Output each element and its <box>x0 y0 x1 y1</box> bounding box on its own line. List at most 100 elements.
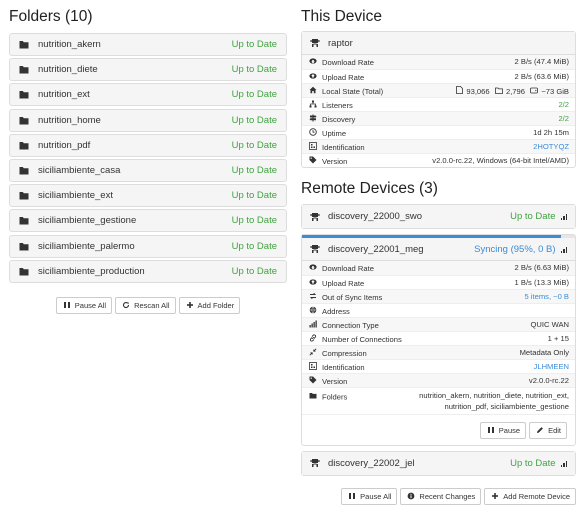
folder-outline-icon <box>494 85 504 95</box>
folder-row[interactable]: siciliambiente_casa Up to Date <box>9 158 287 182</box>
folder-row[interactable]: nutrition_ext Up to Date <box>9 83 287 107</box>
detail-row: Download Rate 2 B/s (47.4 MiB) <box>302 55 575 69</box>
add-folder-label: Add Folder <box>197 300 235 310</box>
remote-device-panel: discovery_22000_swo Up to Date <box>301 204 576 229</box>
folder-name: nutrition_home <box>38 114 101 126</box>
remote-device-name: discovery_22002_jel <box>328 457 415 469</box>
pencil-icon <box>535 425 545 435</box>
signal-icon <box>308 319 318 329</box>
folder-row[interactable]: nutrition_home Up to Date <box>9 108 287 132</box>
upload-rate-value: 2 B/s (63.6 MiB) <box>412 68 575 83</box>
remote-device-details: Download Rate 2 B/s (6.63 MiB) Upload Ra… <box>302 261 575 414</box>
refresh-icon <box>121 300 131 310</box>
download-rate-value: 2 B/s (47.4 MiB) <box>412 55 575 69</box>
folder-row[interactable]: nutrition_akern Up to Date <box>9 33 287 56</box>
identification-value[interactable]: 2HOTYQZ <box>412 138 575 153</box>
pause-icon <box>486 425 496 435</box>
folder-icon <box>19 216 29 226</box>
cloud-download-icon <box>308 56 318 66</box>
detail-row: Download Rate 2 B/s (6.63 MiB) <box>302 261 575 275</box>
folders-heading: Folders (10) <box>9 8 93 25</box>
pause-all-folders-button[interactable]: Pause All <box>55 296 113 314</box>
folder-row[interactable]: nutrition_pdf Up to Date <box>9 133 287 157</box>
detail-row: Identification JLHMEEN <box>302 358 575 373</box>
local-state-value: 93,066 2,796 ~73 GiB <box>412 82 575 97</box>
identification-value[interactable]: JLHMEEN <box>412 358 575 373</box>
local-size: ~73 GiB <box>541 86 569 96</box>
remote-device-name: discovery_22001_meg <box>328 243 424 255</box>
this-device-panel: raptor Download Rate 2 B/s (47.4 MiB) Up… <box>301 31 576 168</box>
version-value: v2.0.0-rc.22, Windows (64-bit Intel/AMD) <box>412 152 575 167</box>
devices-column: This Device raptor Download Rate 2 B/s (… <box>301 0 576 505</box>
folder-row[interactable]: siciliambiente_ext Up to Date <box>9 184 287 208</box>
tag-icon <box>308 375 318 385</box>
folder-status: Up to Date <box>231 89 277 101</box>
globe-icon <box>308 305 318 315</box>
listeners-label: Listeners <box>322 100 353 110</box>
detail-row: Version v2.0.0-rc.22, Windows (64-bit In… <box>302 152 575 167</box>
detail-row: Uptime 1d 2h 15m <box>302 124 575 139</box>
file-icon <box>454 85 464 95</box>
listeners-value[interactable]: 2/2 <box>412 96 575 111</box>
folder-actions: Pause All Rescan All Add Folder <box>9 296 287 314</box>
rescan-all-button[interactable]: Rescan All <box>115 296 176 314</box>
folder-status: Up to Date <box>231 215 277 227</box>
out-of-sync-label: Out of Sync Items <box>322 292 383 302</box>
remote-device-header[interactable]: discovery_22000_swo Up to Date <box>302 205 575 228</box>
out-of-sync-value[interactable]: 5 items, ~0 B <box>412 288 575 303</box>
this-device-header[interactable]: raptor <box>302 32 575 55</box>
pause-all-devices-button[interactable]: Pause All <box>341 487 398 505</box>
detail-row: Connection Type QUIC WAN <box>302 316 575 331</box>
qrcode-icon <box>308 141 318 151</box>
remote-device-header[interactable]: discovery_22001_meg Syncing (95%, 0 B) <box>302 238 575 261</box>
remote-device-header[interactable]: discovery_22002_jel Up to Date <box>302 451 575 475</box>
folder-row[interactable]: nutrition_diete Up to Date <box>9 58 287 82</box>
qrcode-icon <box>308 361 318 371</box>
folder-status: Up to Date <box>231 39 277 50</box>
folder-icon <box>19 191 29 201</box>
local-files-count: 93,066 <box>466 86 490 96</box>
folder-icon <box>19 140 29 150</box>
remote-device-panel: discovery_22002_jel Up to Date <box>301 450 576 476</box>
folder-name: nutrition_ext <box>38 89 90 101</box>
folder-row[interactable]: siciliambiente_palermo Up to Date <box>9 234 287 258</box>
this-device-name: raptor <box>328 37 353 49</box>
folder-status: Up to Date <box>231 164 277 176</box>
device-icon <box>310 244 320 254</box>
folders-label: Folders <box>322 392 348 401</box>
compress-icon <box>308 347 318 357</box>
folder-name: nutrition_pdf <box>38 139 91 151</box>
detail-row: Upload Rate 2 B/s (63.6 MiB) <box>302 68 575 83</box>
discovery-value[interactable]: 2/2 <box>412 110 575 125</box>
folder-row[interactable]: siciliambiente_production Up to Date <box>9 259 287 283</box>
folder-status: Up to Date <box>231 265 277 277</box>
download-rate-label: Download Rate <box>322 58 374 68</box>
this-device-heading: This Device <box>301 8 382 25</box>
detail-row: Number of Connections 1 + 15 <box>302 330 575 345</box>
download-rate-value: 2 B/s (6.63 MiB) <box>412 261 575 275</box>
edit-device-button[interactable]: Edit <box>529 421 567 439</box>
upload-rate-label: Upload Rate <box>322 278 365 288</box>
folder-icon <box>19 115 29 125</box>
detail-row: Discovery 2/2 <box>302 110 575 125</box>
add-remote-device-button[interactable]: Add Remote Device <box>484 487 576 505</box>
add-folder-button[interactable]: Add Folder <box>178 296 241 314</box>
pause-device-button[interactable]: Pause <box>479 421 527 439</box>
version-value: v2.0.0-rc.22 <box>412 372 575 387</box>
tag-icon <box>308 155 318 165</box>
local-state-label: Local State (Total) <box>322 86 384 96</box>
remote-device-status: Syncing (95%, 0 B) <box>474 243 556 255</box>
home-icon <box>308 85 318 95</box>
uptime-value: 1d 2h 15m <box>412 124 575 139</box>
this-device-details: Download Rate 2 B/s (47.4 MiB) Upload Ra… <box>302 55 575 167</box>
folder-row[interactable]: siciliambiente_gestione Up to Date <box>9 209 287 233</box>
compression-value: Metadata Only <box>412 344 575 359</box>
recent-changes-button[interactable]: Recent Changes <box>400 487 482 505</box>
signal-strength-icon <box>560 460 567 467</box>
device-icon <box>310 212 320 222</box>
remote-actions: Pause All Recent Changes Add Remote Devi… <box>301 487 576 505</box>
identification-label: Identification <box>322 362 365 372</box>
folder-status: Up to Date <box>231 240 277 252</box>
link-icon <box>308 333 318 343</box>
folder-status: Up to Date <box>231 139 277 151</box>
